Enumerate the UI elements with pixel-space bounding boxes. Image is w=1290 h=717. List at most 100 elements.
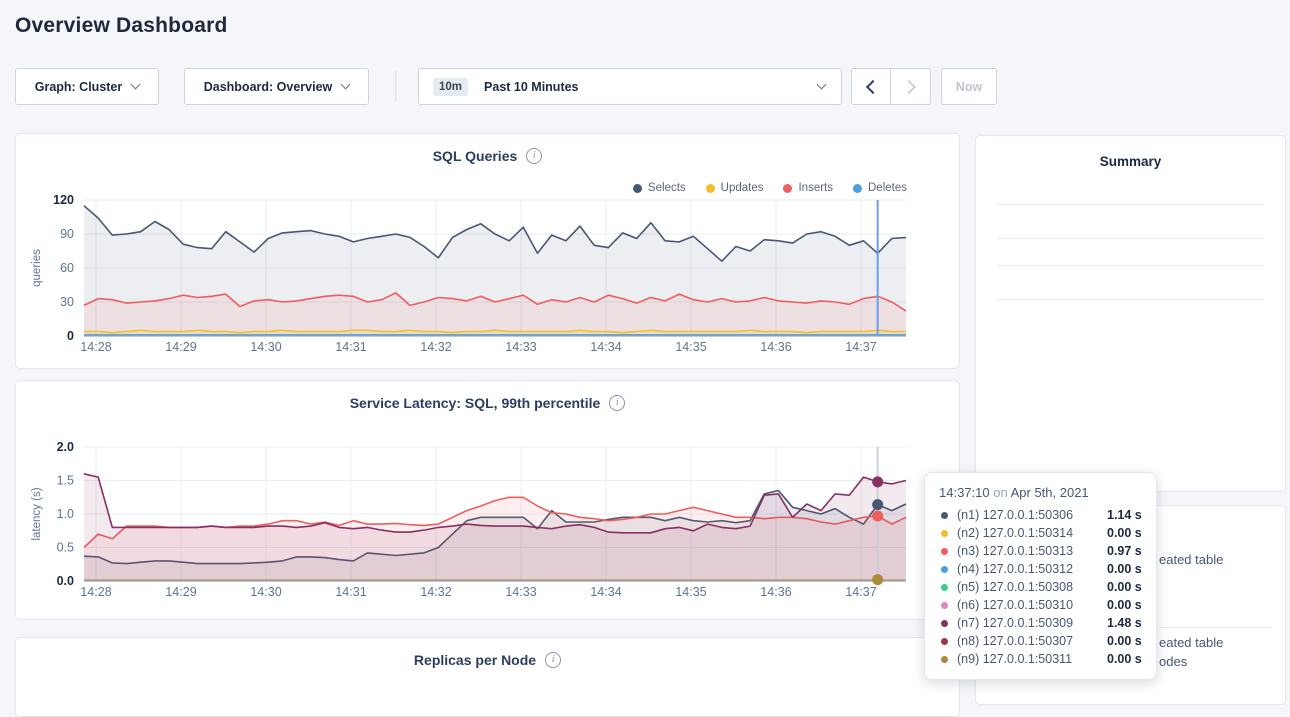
svg-text:latency (s): latency (s)	[31, 487, 43, 540]
svg-text:14:29: 14:29	[165, 585, 196, 599]
tooltip-node-latency: 0.00 s	[1107, 598, 1142, 612]
chevron-right-icon	[901, 79, 915, 93]
tooltip-node-latency: 0.00 s	[1107, 562, 1142, 576]
svg-text:14:30: 14:30	[250, 585, 281, 599]
now-button[interactable]: Now	[941, 68, 997, 105]
summary-row	[998, 204, 1263, 238]
svg-text:14:32: 14:32	[420, 340, 451, 354]
tooltip-node-address: (n4) 127.0.0.1:50312	[957, 562, 1107, 576]
node-series-dot	[941, 620, 948, 627]
svg-text:90: 90	[60, 227, 74, 241]
chart-hover-tooltip: 14:37:10 on Apr 5th, 2021 (n1) 127.0.0.1…	[924, 472, 1157, 680]
summary-row	[998, 178, 1263, 204]
event-item-text[interactable]: eated table	[1159, 635, 1223, 650]
chevron-left-icon	[866, 79, 880, 93]
summary-panel: Summary	[975, 135, 1286, 492]
svg-text:14:34: 14:34	[590, 585, 621, 599]
svg-text:14:36: 14:36	[760, 340, 791, 354]
svg-text:14:33: 14:33	[505, 340, 536, 354]
latency-chart-card: Service Latency: SQL, 99th percentile i …	[15, 380, 960, 620]
sql-queries-chart-card: SQL Queries i SelectsUpdatesInsertsDelet…	[15, 133, 960, 369]
svg-text:14:32: 14:32	[420, 585, 451, 599]
svg-text:14:30: 14:30	[250, 340, 281, 354]
tooltip-node-latency: 0.00 s	[1107, 634, 1142, 648]
node-series-dot	[941, 656, 948, 663]
tooltip-node-row: (n6) 127.0.0.1:503100.00 s	[939, 596, 1142, 614]
tooltip-node-address: (n2) 127.0.0.1:50314	[957, 526, 1107, 540]
summary-row	[998, 238, 1263, 265]
svg-text:14:29: 14:29	[165, 340, 196, 354]
svg-text:14:35: 14:35	[675, 585, 706, 599]
prev-timespan-button[interactable]	[851, 68, 891, 105]
svg-text:14:35: 14:35	[675, 340, 706, 354]
tooltip-node-row: (n2) 127.0.0.1:503140.00 s	[939, 524, 1142, 542]
replicas-chart-card: Replicas per Node i	[15, 637, 960, 717]
tooltip-node-address: (n8) 127.0.0.1:50307	[957, 634, 1107, 648]
time-step-buttons	[851, 68, 931, 105]
dashboard-dropdown[interactable]: Dashboard: Overview	[184, 68, 369, 105]
dashboard-dropdown-label: Dashboard: Overview	[204, 80, 333, 94]
node-series-dot	[941, 638, 948, 645]
tooltip-timestamp: 14:37:10 on Apr 5th, 2021	[939, 485, 1142, 500]
event-divider	[1159, 627, 1271, 628]
svg-text:14:28: 14:28	[80, 340, 111, 354]
chevron-down-icon	[341, 80, 351, 90]
svg-text:queries: queries	[31, 249, 43, 287]
tooltip-node-latency: 0.00 s	[1107, 580, 1142, 594]
node-series-dot	[941, 548, 948, 555]
latency-chart[interactable]: 14:28 14:29 14:30 14:31 14:32 14:33 14:34 14:35…	[16, 381, 959, 619]
svg-text:14:31: 14:31	[335, 340, 366, 354]
svg-text:14:31: 14:31	[335, 585, 366, 599]
svg-text:120: 120	[53, 193, 74, 207]
node-series-dot	[941, 530, 948, 537]
chevron-down-icon	[131, 80, 141, 90]
tooltip-node-address: (n6) 127.0.0.1:50310	[957, 598, 1107, 612]
tooltip-node-row: (n5) 127.0.0.1:503080.00 s	[939, 578, 1142, 596]
tooltip-node-row: (n3) 127.0.0.1:503130.97 s	[939, 542, 1142, 560]
toolbar-divider	[395, 71, 396, 102]
svg-text:14:34: 14:34	[590, 340, 621, 354]
svg-text:0.5: 0.5	[57, 541, 74, 555]
summary-row	[998, 265, 1263, 299]
info-icon[interactable]: i	[545, 652, 561, 668]
svg-text:30: 30	[60, 295, 74, 309]
svg-text:0: 0	[67, 329, 74, 343]
tooltip-node-latency: 0.00 s	[1107, 652, 1142, 666]
svg-text:2.0: 2.0	[57, 440, 74, 454]
sql-queries-chart[interactable]: 14:28 14:29 14:30 14:31 14:32 14:33 14:34 14:35…	[16, 134, 959, 368]
time-range-label: Past 10 Minutes	[484, 80, 578, 94]
node-series-dot	[941, 584, 948, 591]
now-button-label: Now	[956, 80, 982, 94]
tooltip-node-address: (n5) 127.0.0.1:50308	[957, 580, 1107, 594]
tooltip-node-latency: 0.00 s	[1107, 526, 1142, 540]
svg-text:0.0: 0.0	[57, 574, 74, 588]
tooltip-node-latency: 1.48 s	[1107, 616, 1142, 630]
tooltip-node-latency: 0.97 s	[1107, 544, 1142, 558]
svg-text:14:37: 14:37	[845, 340, 876, 354]
time-range-picker[interactable]: 10m Past 10 Minutes	[418, 68, 842, 105]
event-item-text[interactable]: eated table	[1159, 552, 1223, 567]
tooltip-node-latency: 1.14 s	[1107, 508, 1142, 522]
tooltip-node-address: (n7) 127.0.0.1:50309	[957, 616, 1107, 630]
svg-text:60: 60	[60, 261, 74, 275]
svg-text:14:28: 14:28	[80, 585, 111, 599]
event-item-text[interactable]: odes	[1159, 654, 1187, 669]
replicas-chart-title: Replicas per Node	[414, 652, 536, 668]
node-series-dot	[941, 602, 948, 609]
node-series-dot	[941, 566, 948, 573]
svg-text:14:36: 14:36	[760, 585, 791, 599]
chevron-down-icon	[817, 80, 827, 90]
tooltip-node-address: (n9) 127.0.0.1:50311	[957, 652, 1107, 666]
svg-text:1.0: 1.0	[57, 507, 74, 521]
time-range-badge: 10m	[433, 78, 468, 96]
svg-text:14:37: 14:37	[845, 585, 876, 599]
tooltip-node-row: (n7) 127.0.0.1:503091.48 s	[939, 614, 1142, 632]
tooltip-node-row: (n1) 127.0.0.1:503061.14 s	[939, 506, 1142, 524]
page-title: Overview Dashboard	[15, 14, 228, 38]
tooltip-node-address: (n3) 127.0.0.1:50313	[957, 544, 1107, 558]
svg-text:14:33: 14:33	[505, 585, 536, 599]
summary-panel-title: Summary	[976, 136, 1285, 178]
next-timespan-button[interactable]	[891, 68, 931, 105]
graph-dropdown[interactable]: Graph: Cluster	[15, 68, 159, 105]
node-series-dot	[941, 512, 948, 519]
